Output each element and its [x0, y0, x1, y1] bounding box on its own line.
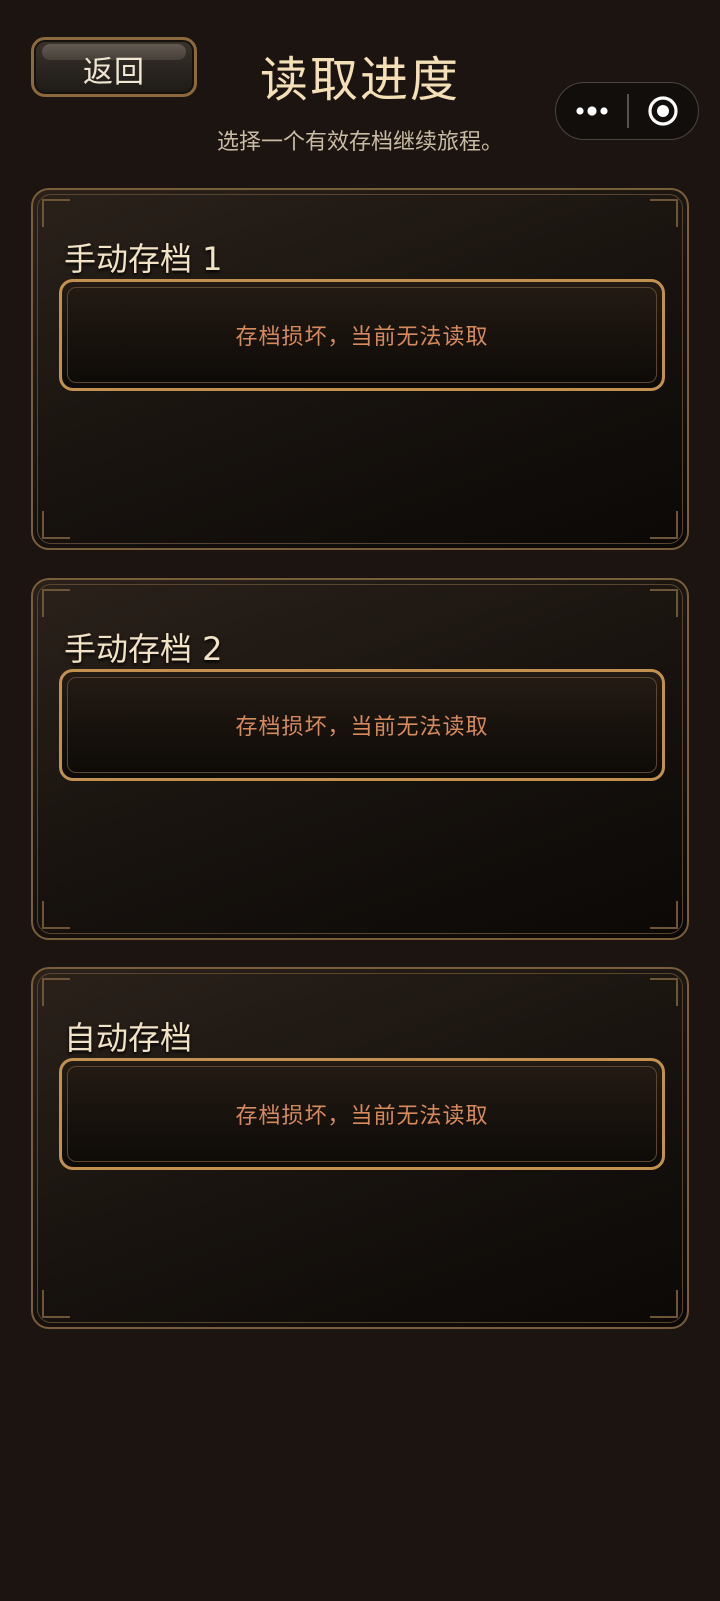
- card-corner-ornament: [42, 901, 70, 929]
- more-dots-icon: [575, 106, 608, 116]
- card-corner-ornament: [650, 589, 678, 617]
- more-button[interactable]: [556, 83, 627, 139]
- save-slot-card-1[interactable]: 手动存档 1 存档损坏，当前无法读取: [31, 188, 689, 550]
- save-slot-title: 手动存档 2: [64, 630, 223, 668]
- card-corner-ornament: [42, 511, 70, 539]
- miniprogram-capsule: [555, 82, 699, 140]
- card-corner-ornament: [42, 199, 70, 227]
- card-corner-ornament: [650, 199, 678, 227]
- save-slot-title: 手动存档 1: [64, 240, 223, 278]
- card-corner-ornament: [42, 589, 70, 617]
- load-progress-screen: 返回 读取进度 选择一个有效存档继续旅程。 手动存档 1 存档损坏，当前无法读取: [0, 0, 720, 1601]
- save-slot-status-box: 存档损坏，当前无法读取: [59, 669, 665, 781]
- save-slot-card-auto[interactable]: 自动存档 存档损坏，当前无法读取: [31, 967, 689, 1329]
- card-corner-ornament: [42, 978, 70, 1006]
- card-corner-ornament: [650, 511, 678, 539]
- save-slot-status-box: 存档损坏，当前无法读取: [59, 1058, 665, 1170]
- card-corner-ornament: [650, 978, 678, 1006]
- card-corner-ornament: [650, 901, 678, 929]
- save-slot-status: 存档损坏，当前无法读取: [235, 325, 489, 350]
- save-slot-card-2[interactable]: 手动存档 2 存档损坏，当前无法读取: [31, 578, 689, 940]
- save-slot-status-box: 存档损坏，当前无法读取: [59, 279, 665, 391]
- target-circle-icon: [648, 96, 678, 126]
- close-miniprogram-button[interactable]: [629, 83, 699, 139]
- card-corner-ornament: [42, 1290, 70, 1318]
- save-slot-status: 存档损坏，当前无法读取: [235, 715, 489, 740]
- save-slot-title: 自动存档: [64, 1019, 193, 1057]
- save-slot-status: 存档损坏，当前无法读取: [235, 1104, 489, 1129]
- card-corner-ornament: [650, 1290, 678, 1318]
